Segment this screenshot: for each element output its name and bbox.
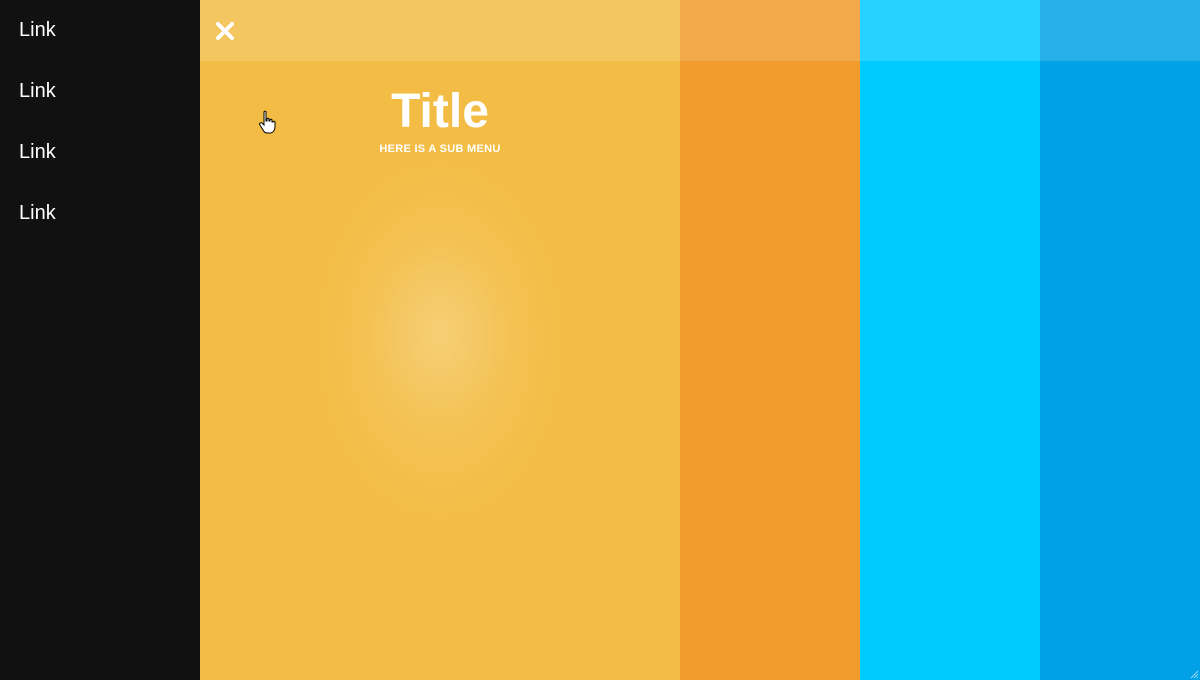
header-bar [200, 0, 1200, 61]
close-icon [216, 22, 234, 40]
side-menu: Link Link Link Link [0, 0, 200, 680]
side-menu-link-3[interactable]: Link [0, 122, 200, 183]
side-menu-list: Link Link Link Link [0, 0, 200, 244]
side-menu-link-1[interactable]: Link [0, 0, 200, 61]
orange-column [680, 0, 860, 680]
blue-column [1040, 0, 1200, 680]
side-menu-link-2[interactable]: Link [0, 61, 200, 122]
page-subtitle: HERE IS A SUB MENU [379, 143, 501, 155]
side-menu-link-4[interactable]: Link [0, 183, 200, 244]
resize-grip-icon[interactable] [1189, 669, 1199, 679]
close-button[interactable] [213, 19, 237, 43]
cyan-column [860, 0, 1040, 680]
hand-cursor-icon [259, 110, 276, 134]
page: Link Link Link Link Title HERE IS A SUB … [0, 0, 1200, 680]
